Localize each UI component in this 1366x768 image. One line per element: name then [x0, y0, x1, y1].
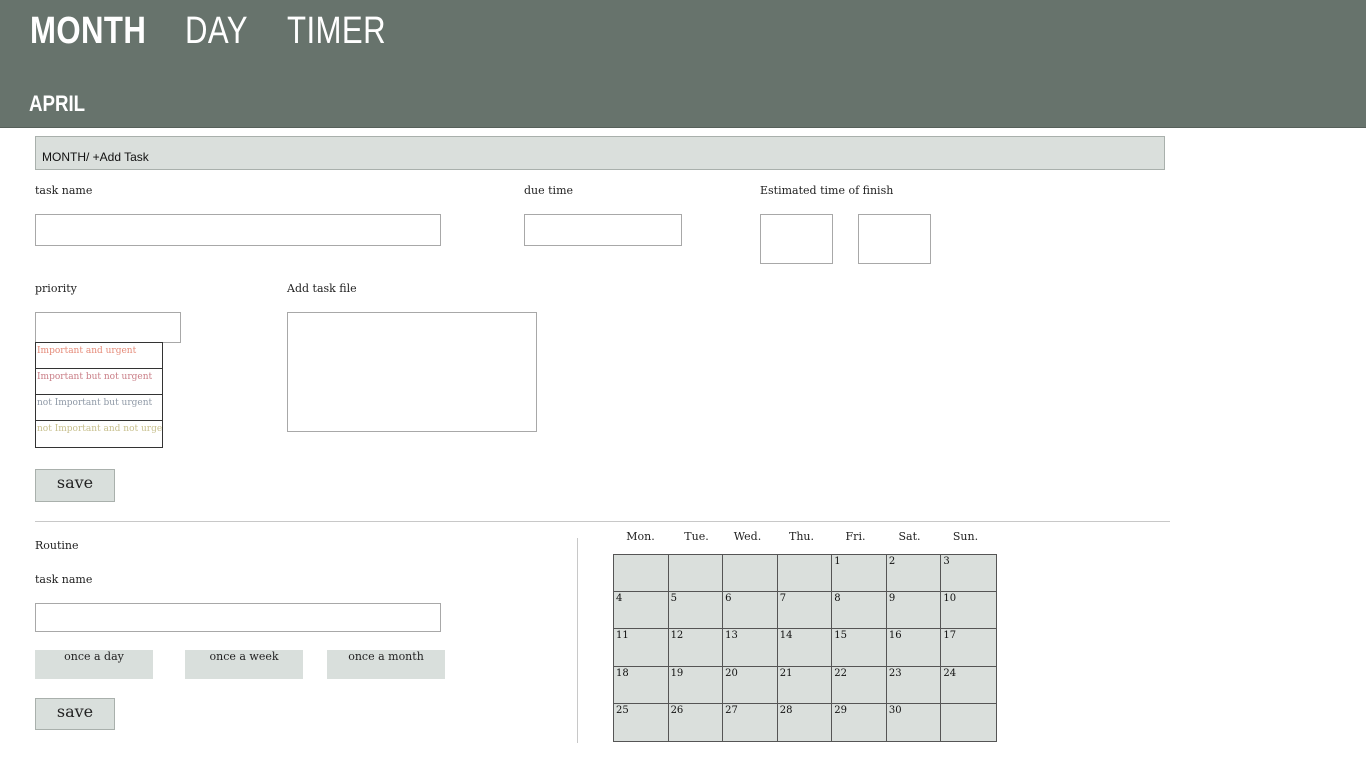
breadcrumb-bar: MONTH/ +Add Task [35, 136, 1165, 170]
calendar-day-25[interactable]: 25 [614, 703, 669, 741]
task-name-label: task name [35, 184, 93, 197]
calendar-day-8[interactable]: 8 [832, 592, 887, 630]
routine-task-name-input[interactable] [35, 603, 441, 632]
priority-dropdown-list: Important and urgent Important but not u… [35, 342, 163, 448]
column-divider [577, 538, 578, 743]
priority-option-important-urgent[interactable]: Important and urgent [36, 343, 162, 369]
once-a-day-button[interactable]: once a day [35, 650, 153, 679]
calendar-day-empty [777, 555, 833, 593]
calendar-day-17[interactable]: 17 [941, 629, 996, 667]
tab-month[interactable]: MONTH [30, 10, 146, 53]
calendar-day-10[interactable]: 10 [941, 592, 996, 630]
calendar-day-5[interactable]: 5 [668, 592, 724, 630]
weekday-tue: Tue. [684, 530, 709, 543]
calendar-day-empty [614, 555, 669, 593]
weekday-sat: Sat. [898, 530, 921, 543]
tab-day[interactable]: DAY [185, 10, 248, 53]
calendar-day-12[interactable]: 12 [668, 629, 724, 667]
routine-title: Routine [35, 539, 79, 552]
calendar-day-21[interactable]: 21 [777, 666, 833, 704]
calendar-day-29[interactable]: 29 [832, 703, 887, 741]
calendar-day-2[interactable]: 2 [886, 555, 942, 593]
calendar-day-11[interactable]: 11 [614, 629, 669, 667]
calendar-day-13[interactable]: 13 [723, 629, 778, 667]
tab-timer[interactable]: TIMER [287, 10, 386, 53]
calendar-day-24[interactable]: 24 [941, 667, 996, 704]
calendar-day-7[interactable]: 7 [777, 592, 833, 630]
current-month-title: APRIL [29, 91, 86, 116]
estimated-time-label: Estimated time of finish [760, 184, 894, 197]
calendar-day-15[interactable]: 15 [832, 629, 887, 667]
priority-label: priority [35, 282, 77, 295]
calendar-day-9[interactable]: 9 [886, 592, 942, 630]
app-header: MONTH DAY TIMER APRIL [0, 0, 1366, 128]
calendar-day-23[interactable]: 23 [886, 666, 942, 704]
add-task-file-label: Add task file [287, 282, 357, 295]
calendar-day-19[interactable]: 19 [668, 666, 724, 704]
calendar-day-4[interactable]: 4 [614, 592, 669, 630]
due-time-label: due time [524, 184, 574, 197]
estimated-minutes-input[interactable] [858, 214, 931, 264]
calendar-day-26[interactable]: 26 [669, 703, 724, 741]
weekday-mon: Mon. [626, 530, 655, 543]
routine-task-name-label: task name [35, 573, 93, 586]
save-routine-button[interactable]: save [35, 698, 115, 730]
calendar-day-3[interactable]: 3 [941, 555, 996, 593]
calendar-day-16[interactable]: 16 [886, 629, 942, 667]
calendar-day-empty [723, 555, 778, 593]
calendar-day-empty [941, 704, 996, 741]
weekday-wed: Wed. [733, 530, 762, 543]
calendar-day-empty [668, 555, 724, 593]
once-a-week-button[interactable]: once a week [185, 650, 303, 679]
weekday-fri: Fri. [845, 530, 866, 543]
breadcrumb: MONTH/ +Add Task [42, 150, 149, 164]
calendar-day-28[interactable]: 28 [778, 703, 833, 741]
priority-option-important-not-urgent[interactable]: Important but not urgent [36, 369, 162, 395]
priority-option-not-important-urgent[interactable]: not Important but urgent [36, 395, 162, 421]
estimated-hours-input[interactable] [760, 214, 833, 264]
calendar-grid: 1 2 3 4 5 6 7 8 9 10 11 12 13 14 15 16 17 18 19 20 21 22 23 24 2… [613, 554, 997, 742]
task-name-input[interactable] [35, 214, 441, 246]
section-divider [35, 521, 1170, 522]
calendar-day-30[interactable]: 30 [887, 703, 942, 741]
calendar-day-18[interactable]: 18 [614, 666, 669, 704]
calendar-day-14[interactable]: 14 [777, 629, 833, 667]
weekday-sun: Sun. [952, 530, 979, 543]
calendar-day-1[interactable]: 1 [832, 555, 887, 593]
due-time-input[interactable] [524, 214, 682, 246]
task-file-dropzone[interactable] [287, 312, 537, 432]
calendar-day-27[interactable]: 27 [723, 703, 778, 741]
priority-option-not-important-not-urgent[interactable]: not Important and not urgent [36, 421, 162, 447]
calendar-day-20[interactable]: 20 [723, 666, 778, 704]
calendar-day-22[interactable]: 22 [832, 666, 887, 704]
save-task-button[interactable]: save [35, 469, 115, 502]
weekday-thu: Thu. [788, 530, 814, 543]
calendar-day-6[interactable]: 6 [723, 592, 778, 630]
priority-select[interactable] [35, 312, 181, 343]
once-a-month-button[interactable]: once a month [327, 650, 445, 679]
